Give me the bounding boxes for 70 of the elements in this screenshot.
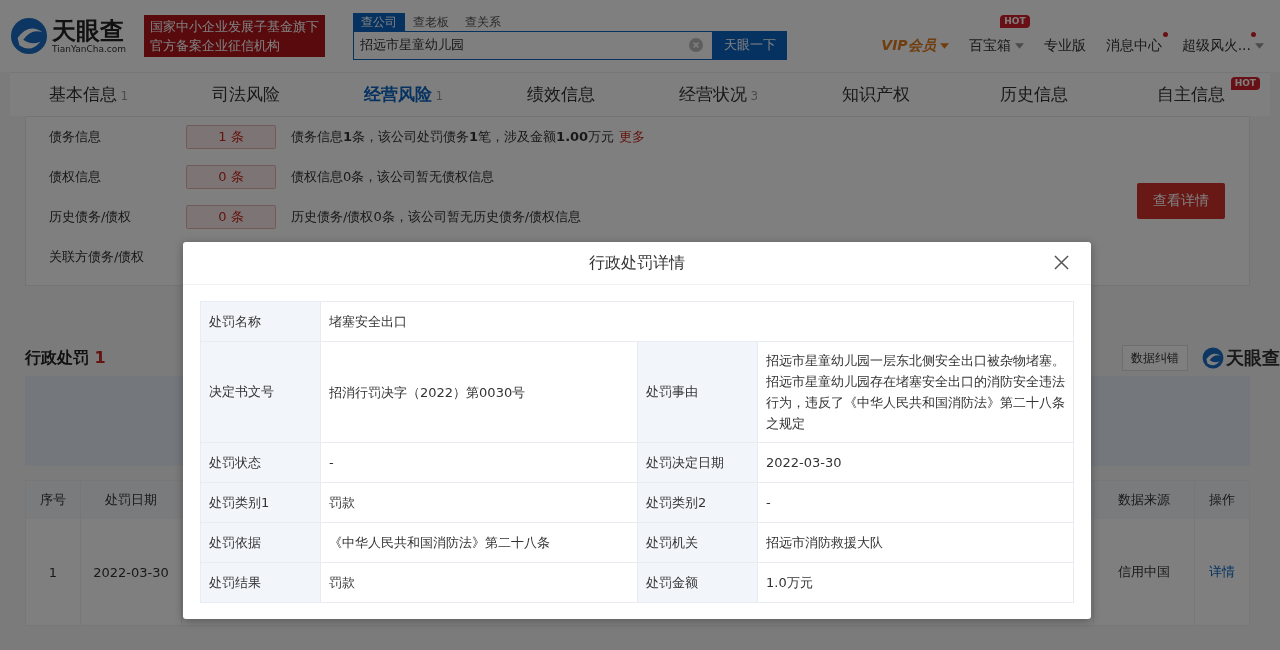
count-badge[interactable]: 0 条 [186, 165, 276, 189]
row-description: 历史债务/债权0条，该公司暂无历史债务/债权信息 [291, 208, 582, 226]
nav-link[interactable]: VIP会员 [881, 37, 936, 55]
field-label: 处罚事由 [638, 342, 758, 442]
hot-badge: HOT [1000, 15, 1030, 28]
count-badge[interactable]: 0 条 [186, 205, 276, 229]
field-label: 处罚名称 [201, 302, 321, 341]
logo-name: 天眼查 [52, 18, 125, 44]
search-tab[interactable]: 查公司 [353, 12, 405, 31]
field-label: 处罚状态 [201, 443, 321, 482]
field-label: 处罚类别1 [201, 483, 321, 522]
field-label: 处罚类别2 [638, 483, 758, 522]
column-header: 数据来源 [1094, 481, 1195, 519]
field-value: 招远市消防救援大队 [765, 534, 884, 552]
eye-logo-icon [1202, 347, 1224, 369]
field-label: 处罚决定日期 [638, 443, 758, 482]
count-badge[interactable]: 1 条 [186, 125, 276, 149]
section-tab[interactable]: 知识产权 [842, 83, 911, 106]
row-description: 债权信息0条，该公司暂无债权信息 [291, 168, 495, 186]
search-tab[interactable]: 查老板 [405, 12, 457, 31]
dialog-title: 行政处罚详情 [589, 252, 685, 274]
nav-link[interactable]: 消息中心 [1105, 37, 1162, 55]
clear-icon[interactable] [689, 37, 703, 52]
nav-link[interactable]: 专业版 [1043, 37, 1086, 55]
section-tab[interactable]: 历史信息 [999, 83, 1068, 106]
column-header: 序号 [26, 481, 81, 519]
field-value: 2022-03-30 [765, 454, 843, 472]
section-tab[interactable]: 自主信息 [1157, 83, 1226, 106]
close-icon[interactable] [1054, 255, 1069, 270]
table-cell: 1 [26, 519, 81, 625]
field-label: 处罚依据 [201, 523, 321, 562]
field-label: 处罚机关 [638, 523, 758, 562]
row-label: 债务信息 [49, 128, 102, 146]
table-cell: 信用中国 [1094, 519, 1195, 625]
field-label: 处罚结果 [201, 563, 321, 602]
field-value: 1.0万元 [765, 574, 814, 592]
view-details-button[interactable]: 查看详情 [1137, 183, 1225, 219]
search-tab[interactable]: 查关系 [457, 12, 509, 31]
field-value: 招远市星童幼儿园一层东北侧安全出口被杂物堵塞。招远市星童幼儿园存在堵塞安全出口的消防安全违法行为，违反了《中华人民共和国消防法》第二十八条之规定 [765, 352, 1066, 433]
caret-icon[interactable] [1255, 43, 1264, 49]
column-header: 操作 [1208, 491, 1236, 509]
eye-logo-icon [10, 17, 48, 55]
section-title: 行政处罚 1 [25, 347, 106, 369]
field-value: 堵塞安全出口 [328, 313, 408, 331]
slogan-banner: 国家中小企业发展子基金旗下 官方备案企业征信机构 [144, 15, 325, 57]
row-label: 关联方债务/债权 [49, 248, 146, 266]
search-button[interactable]: 天眼一下 [713, 30, 787, 60]
row-description: 债务信息1条，该公司处罚债务1笔，涉及金额1.00万元 [291, 128, 615, 146]
nav-link[interactable]: 超级风火... [1181, 37, 1251, 55]
field-label: 处罚金额 [638, 563, 758, 602]
notification-dot [1251, 32, 1256, 37]
row-label: 历史债务/债权 [49, 208, 133, 226]
details-link[interactable]: 详情 [1209, 563, 1235, 581]
row-label: 债权信息 [49, 168, 102, 186]
more-link[interactable]: 更多 [619, 128, 646, 146]
caret-icon[interactable] [939, 43, 949, 49]
logo-domain: TianYanCha.com [52, 44, 126, 54]
notification-dot [1162, 32, 1168, 37]
brand-name: 天眼查 [1226, 346, 1280, 370]
hot-badge: HOT [1230, 77, 1260, 90]
field-value: - [765, 494, 772, 512]
caret-icon[interactable] [1014, 43, 1024, 49]
table-cell: 2022-03-30 [81, 519, 182, 625]
nav-link[interactable]: 百宝箱 [968, 37, 1011, 55]
section-tab[interactable]: 绩效信息 [527, 83, 596, 106]
section-tab[interactable]: 司法风险 [212, 83, 281, 106]
field-label: 决定书文号 [201, 342, 321, 442]
correction-button[interactable]: 数据纠错 [1122, 345, 1188, 371]
search-field[interactable]: 招远市星童幼儿园 [353, 30, 713, 60]
column-header: 处罚日期 [81, 481, 182, 519]
